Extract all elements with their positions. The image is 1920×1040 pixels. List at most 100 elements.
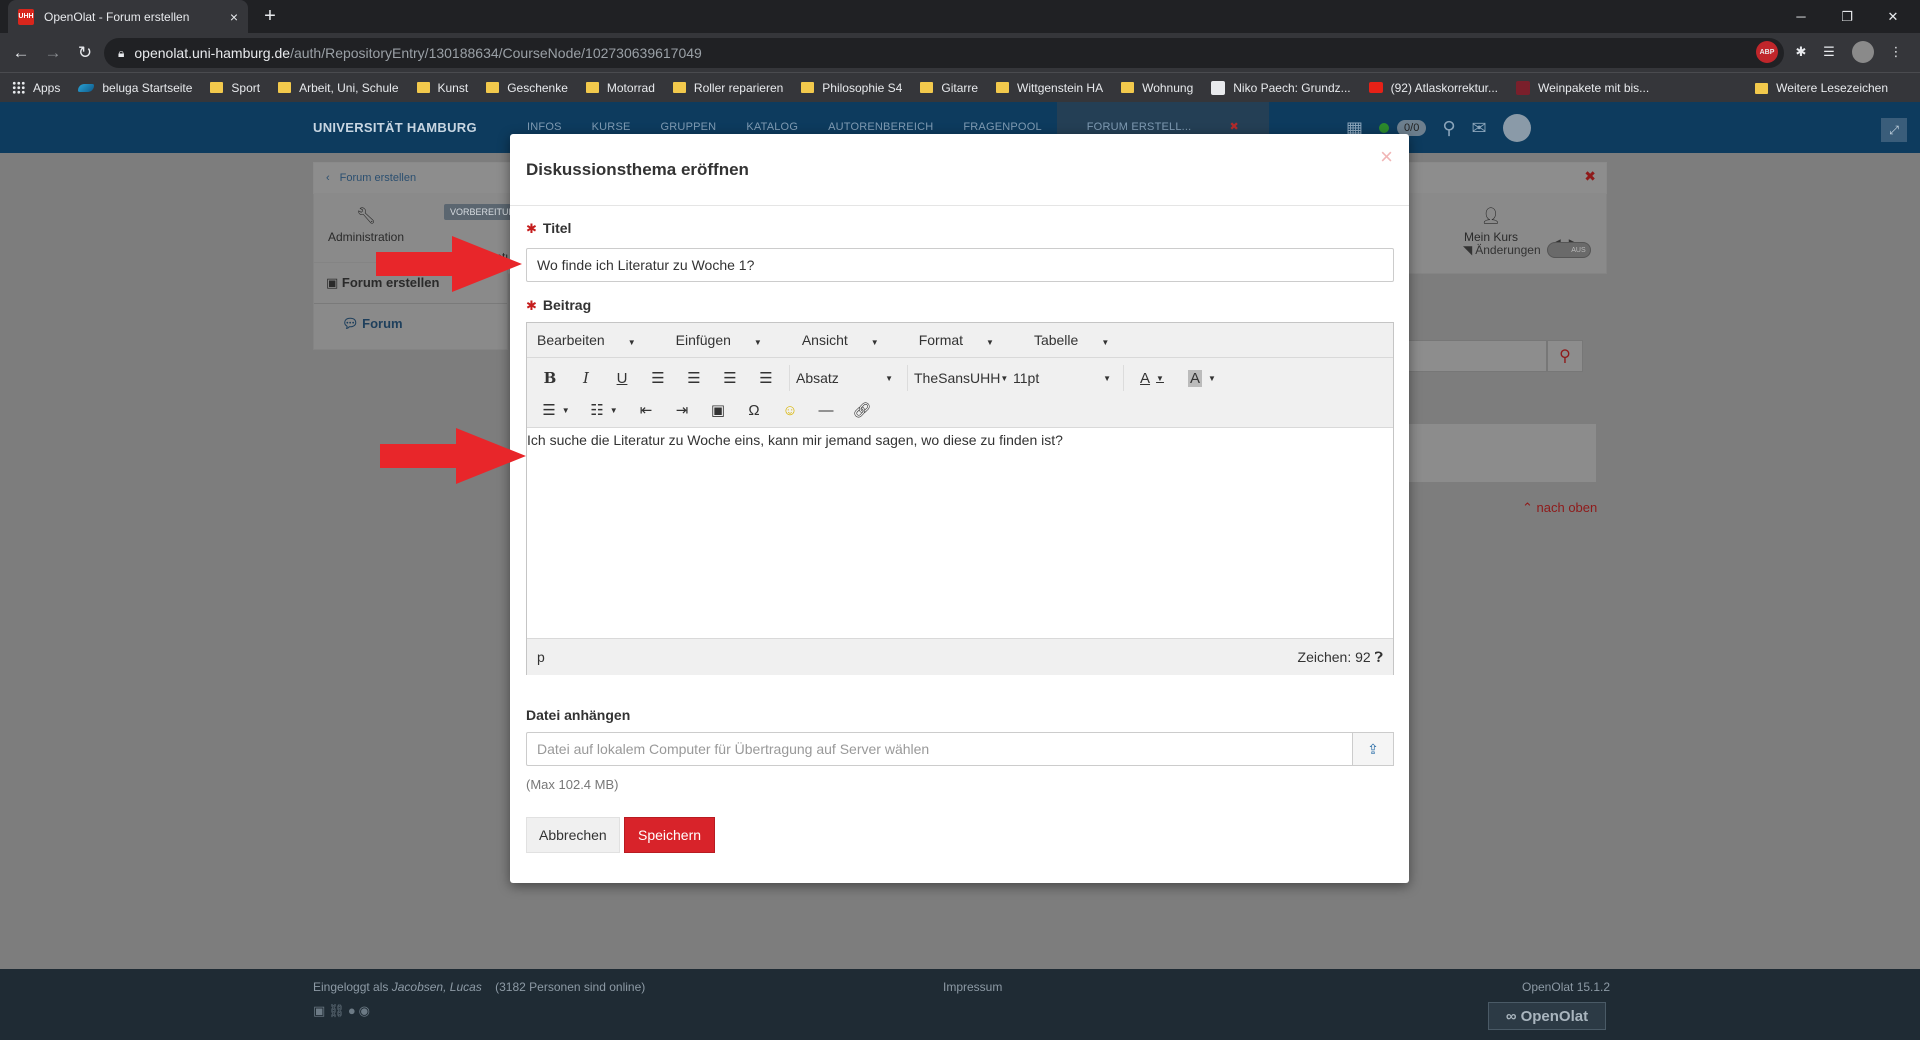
profile-avatar-icon[interactable]: [1852, 41, 1874, 63]
menu-ansicht[interactable]: Ansicht ▼: [802, 332, 899, 348]
block-format-select[interactable]: Absatz ▼: [789, 365, 899, 391]
align-right-icon[interactable]: ☰: [681, 365, 707, 391]
close-course-icon[interactable]: ✖: [1584, 168, 1596, 185]
back-chevron-icon[interactable]: ‹: [326, 172, 330, 184]
bookmark-page[interactable]: Niko Paech: Grundz...: [1211, 80, 1351, 95]
save-button[interactable]: Speichern: [624, 817, 716, 853]
brand-logo[interactable]: UNIVERSITÄT HAMBURG: [313, 120, 477, 135]
indent-icon[interactable]: ⇥: [669, 397, 695, 423]
italic-icon[interactable]: I: [573, 365, 599, 391]
bookmark-folder[interactable]: Wohnung: [1121, 81, 1193, 95]
upload-icon[interactable]: ⇪: [1352, 732, 1394, 766]
bullet-list-icon[interactable]: ☰ ▼: [537, 397, 575, 423]
align-justify-icon[interactable]: ☰: [645, 365, 671, 391]
back-to-top-link[interactable]: ⌃ nach oben: [1522, 500, 1597, 516]
bookmark-folder[interactable]: Sport: [210, 81, 260, 95]
bookmark-folder[interactable]: Geschenke: [486, 81, 568, 95]
forward-arrow-icon[interactable]: →: [40, 40, 66, 66]
editor-content[interactable]: Ich suche die Literatur zu Woche eins, k…: [527, 428, 1393, 638]
tab-close-icon[interactable]: ×: [230, 9, 238, 25]
special-char-omega-icon[interactable]: Ω: [741, 397, 767, 423]
changes-toggle[interactable]: ◥ Änderungen AUS: [1463, 242, 1591, 258]
bookmark-folder[interactable]: Roller reparieren: [672, 81, 783, 95]
media-queue-icon[interactable]: ☰: [1818, 41, 1840, 63]
folder-icon: [920, 82, 934, 93]
openolat-logo[interactable]: ∞ OpenOlat: [1488, 1002, 1606, 1030]
font-family-select[interactable]: TheSansUHH ▼: [907, 365, 1008, 391]
mail-icon[interactable]: ✉: [1472, 118, 1487, 139]
caret-down-icon: ▼: [1101, 338, 1110, 347]
image-icon[interactable]: ▣: [313, 1003, 328, 1018]
bookmarks-bar: Apps beluga Startseite Sport Arbeit, Uni…: [0, 72, 1920, 102]
course-menu-forum[interactable]: 💬︎ Forum: [314, 304, 507, 332]
lock-icon: 🔒︎: [118, 45, 125, 60]
bookmark-apps[interactable]: Apps: [12, 81, 60, 95]
search-icon[interactable]: ⚲: [1442, 118, 1455, 139]
insert-image-icon[interactable]: ▣: [705, 397, 731, 423]
my-course-menu[interactable]: 👤︎ Mein Kurs: [1464, 206, 1518, 244]
emoticon-icon[interactable]: ☺: [777, 397, 803, 423]
numbered-list-icon[interactable]: ☷ ▼: [585, 397, 623, 423]
address-bar[interactable]: 🔒︎ openolat.uni-hamburg.de /auth/Reposit…: [104, 38, 1784, 68]
bookmark-folder[interactable]: Motorrad: [585, 81, 655, 95]
restore-icon[interactable]: ❐: [1824, 0, 1870, 33]
browser-menu-icon[interactable]: ⋮: [1888, 41, 1904, 63]
char-counter: Zeichen: 92 ❓︎: [1297, 648, 1383, 665]
toggle-switch[interactable]: AUS: [1546, 242, 1591, 258]
font-size-select[interactable]: 11pt ▼: [1007, 365, 1117, 391]
forum-search-button[interactable]: ⚲: [1547, 340, 1583, 372]
bookmark-folder[interactable]: Wittgenstein HA: [996, 81, 1103, 95]
bookmark-folder[interactable]: Gitarre: [920, 81, 978, 95]
align-left-icon[interactable]: ☰: [753, 365, 779, 391]
title-input[interactable]: Wo finde ich Literatur zu Woche 1?: [526, 248, 1394, 282]
cancel-button[interactable]: Abbrechen: [526, 817, 620, 853]
dialog-close-icon[interactable]: ×: [1380, 144, 1393, 170]
extensions-puzzle-icon[interactable]: ✱: [1790, 41, 1812, 63]
bookmark-youtube[interactable]: (92) Atlaskorrektur...: [1368, 81, 1498, 95]
dialog-title: Diskussionsthema eröffnen: [526, 160, 749, 179]
user-avatar[interactable]: [1502, 114, 1531, 142]
horizontal-rule-icon[interactable]: —: [813, 397, 839, 423]
breadcrumb-item[interactable]: Forum erstellen: [340, 172, 416, 184]
online-status-icon[interactable]: [1379, 123, 1390, 133]
folder-icon: [801, 82, 815, 93]
imprint-link[interactable]: Impressum: [943, 980, 1002, 994]
reload-icon[interactable]: ↻: [72, 40, 98, 66]
link-icon[interactable]: ⛓: [328, 1003, 348, 1018]
bookmark-wine[interactable]: Weinpakete mit bis...: [1516, 80, 1649, 95]
close-tab-icon[interactable]: ✖: [1214, 121, 1253, 133]
bookmark-other[interactable]: Weitere Lesezeichen: [1755, 73, 1888, 103]
menu-tabelle[interactable]: Tabelle ▼: [1034, 332, 1129, 348]
caret-down-icon: ▼: [753, 338, 762, 347]
globe-icon[interactable]: ◉: [359, 1003, 373, 1018]
insert-link-icon[interactable]: 🔗︎: [849, 397, 875, 423]
back-arrow-icon[interactable]: ←: [8, 40, 34, 66]
forum-search-input[interactable]: [1395, 340, 1547, 372]
outdent-icon[interactable]: ⇤: [633, 397, 659, 423]
bookmark-folder[interactable]: Philosophie S4: [801, 81, 902, 95]
bold-icon[interactable]: B: [537, 365, 563, 391]
new-tab-button[interactable]: +: [258, 4, 282, 28]
minimize-icon[interactable]: ─: [1778, 0, 1824, 33]
menu-format[interactable]: Format ▼: [919, 332, 1014, 348]
element-path[interactable]: p: [537, 649, 545, 665]
adblock-plus-icon[interactable]: ABP: [1756, 41, 1778, 63]
chat-icon[interactable]: ●: [348, 1003, 359, 1018]
background-color-icon[interactable]: A ▼: [1182, 365, 1222, 391]
text-color-icon[interactable]: A ▼: [1132, 365, 1172, 391]
menu-einfuegen[interactable]: Einfügen ▼: [676, 332, 782, 348]
bookmark-folder[interactable]: Arbeit, Uni, Schule: [278, 81, 399, 95]
required-asterisk-icon: ✱: [526, 221, 537, 236]
help-circle-icon[interactable]: ❓︎: [1375, 649, 1383, 665]
file-upload-input[interactable]: Datei auf lokalem Computer für Übertragu…: [526, 732, 1353, 766]
browser-tab[interactable]: UHH OpenOlat - Forum erstellen ×: [8, 0, 248, 33]
fullscreen-icon[interactable]: ⤢: [1881, 118, 1907, 142]
bookmark-folder[interactable]: Kunst: [416, 81, 468, 95]
menu-bearbeiten[interactable]: Bearbeiten ▼: [537, 332, 656, 348]
user-icon: 👤︎: [1480, 208, 1502, 225]
underline-icon[interactable]: U: [609, 365, 635, 391]
bookmark-beluga[interactable]: beluga Startseite: [78, 81, 192, 95]
align-center-icon[interactable]: ☰: [717, 365, 743, 391]
folder-icon: [996, 82, 1010, 93]
window-close-icon[interactable]: ✕: [1870, 0, 1916, 33]
